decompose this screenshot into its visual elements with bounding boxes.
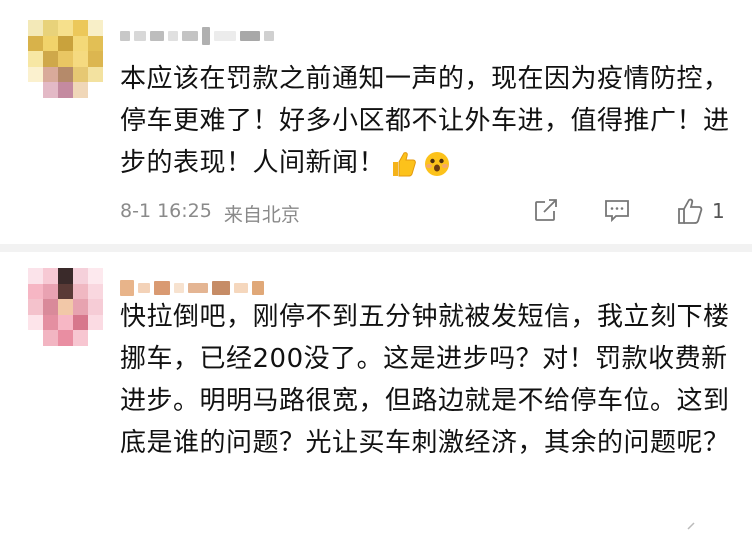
like-button[interactable]: 1 bbox=[676, 196, 725, 226]
corner-mark-icon bbox=[687, 522, 695, 530]
comment-text: 快拉倒吧，刚停不到五分钟就被发短信，我立刻下楼挪车，已经200没了。这是进步吗？… bbox=[120, 296, 740, 464]
comment-meta: 8-1 16:25 来自北京 bbox=[120, 200, 300, 227]
comment-item: 本应该在罚款之前通知一声的，现在因为疫情防控，停车更难了！好多小区都不让外车进，… bbox=[0, 0, 752, 242]
comment-text-content: 快拉倒吧，刚停不到五分钟就被发短信，我立刻下楼挪车，已经200没了。这是进步吗？… bbox=[120, 302, 730, 458]
comment-button[interactable] bbox=[602, 196, 632, 224]
like-count: 1 bbox=[712, 199, 725, 223]
comment-icon bbox=[602, 196, 632, 224]
comment-divider bbox=[0, 244, 752, 252]
avatar[interactable] bbox=[28, 20, 103, 98]
username-blurred[interactable] bbox=[120, 26, 274, 46]
timestamp: 8-1 16:25 bbox=[120, 200, 212, 222]
avatar[interactable] bbox=[28, 268, 103, 346]
thumbs-up-icon bbox=[389, 149, 419, 179]
hushed-face-icon bbox=[423, 150, 451, 178]
share-icon bbox=[532, 196, 560, 224]
username-blurred[interactable] bbox=[120, 278, 264, 298]
share-button[interactable] bbox=[532, 196, 560, 224]
comment-text: 本应该在罚款之前通知一声的，现在因为疫情防控，停车更难了！好多小区都不让外车进，… bbox=[120, 58, 740, 184]
location: 来自北京 bbox=[223, 204, 300, 226]
like-icon bbox=[676, 196, 706, 226]
